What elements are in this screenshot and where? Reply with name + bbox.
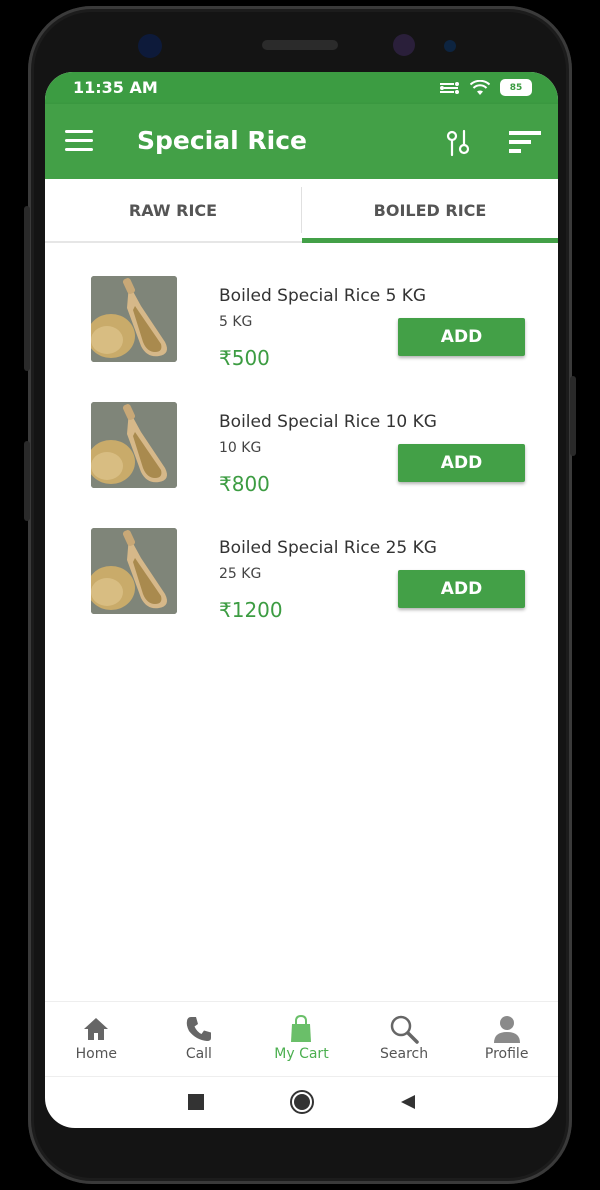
product-image [91, 276, 177, 362]
power-button [570, 376, 576, 456]
bixby-button [24, 441, 30, 521]
recent-apps-icon[interactable] [187, 1093, 205, 1111]
proximity-sensor-icon [444, 40, 456, 52]
product-name: Boiled Special Rice 10 KG [219, 412, 437, 432]
battery-icon: 85 [500, 79, 532, 96]
product-name: Boiled Special Rice 5 KG [219, 286, 427, 306]
filter-icon[interactable] [443, 128, 473, 158]
product-price: ₹800 [219, 472, 270, 496]
front-camera-icon [138, 34, 162, 58]
app-bar: Special Rice [45, 104, 558, 179]
category-tabs: RAW RICE BOILED RICE [45, 179, 558, 243]
product-weight: 5 KG [219, 314, 253, 330]
data-activity-icon [440, 81, 459, 94]
add-to-cart-button[interactable]: ADD [398, 570, 525, 608]
phone-icon [186, 1017, 211, 1041]
add-to-cart-button[interactable]: ADD [398, 318, 525, 356]
product-weight: 10 KG [219, 440, 262, 456]
volume-button [24, 206, 30, 371]
product-price: ₹500 [219, 346, 270, 370]
earpiece-speaker [262, 40, 338, 50]
home-button-icon[interactable] [289, 1089, 315, 1115]
product-item[interactable]: Boiled Special Rice 25 KG 25 KG ₹1200 AD… [45, 514, 558, 640]
product-image [91, 402, 177, 488]
shopping-bag-icon [291, 1014, 312, 1042]
product-image [91, 528, 177, 614]
search-icon [390, 1015, 419, 1044]
home-icon [84, 1018, 109, 1040]
sort-icon[interactable] [509, 130, 541, 154]
nav-item-my-cart[interactable]: My Cart [250, 1002, 353, 1076]
menu-icon[interactable] [65, 130, 93, 152]
product-weight: 25 KG [219, 566, 262, 582]
page-title: Special Rice [137, 126, 307, 155]
nav-label: Profile [484, 1046, 529, 1062]
tab-raw-rice[interactable]: RAW RICE [45, 179, 301, 241]
nav-label: Search [380, 1046, 429, 1062]
wifi-icon [470, 79, 490, 95]
nav-label: Home [75, 1046, 117, 1062]
iris-sensor-icon [393, 34, 415, 56]
product-item[interactable]: Boiled Special Rice 5 KG 5 KG ₹500 ADD [45, 262, 558, 388]
nav-item-profile[interactable]: Profile [455, 1002, 558, 1076]
nav-item-call[interactable]: Call [148, 1002, 251, 1076]
nav-item-home[interactable]: Home [45, 1002, 148, 1076]
app-screen: 11:35 AM 85 Special Rice RAW RICE BOILED… [45, 72, 558, 1128]
product-item[interactable]: Boiled Special Rice 10 KG 10 KG ₹800 ADD [45, 388, 558, 514]
nav-label: My Cart [274, 1046, 329, 1062]
status-bar: 11:35 AM 85 [45, 72, 558, 104]
tab-boiled-rice[interactable]: BOILED RICE [302, 179, 558, 243]
nav-label: Call [185, 1046, 212, 1062]
product-name: Boiled Special Rice 25 KG [219, 538, 437, 558]
product-list: Boiled Special Rice 5 KG 5 KG ₹500 ADD B… [45, 262, 558, 640]
product-price: ₹1200 [219, 598, 283, 622]
system-navigation-bar [45, 1076, 558, 1128]
add-to-cart-button[interactable]: ADD [398, 444, 525, 482]
bottom-navigation: Home Call My Cart Search Profile [45, 1001, 558, 1077]
status-time: 11:35 AM [73, 78, 158, 97]
profile-icon [493, 1016, 520, 1043]
nav-item-search[interactable]: Search [353, 1002, 456, 1076]
back-icon[interactable] [399, 1093, 417, 1111]
